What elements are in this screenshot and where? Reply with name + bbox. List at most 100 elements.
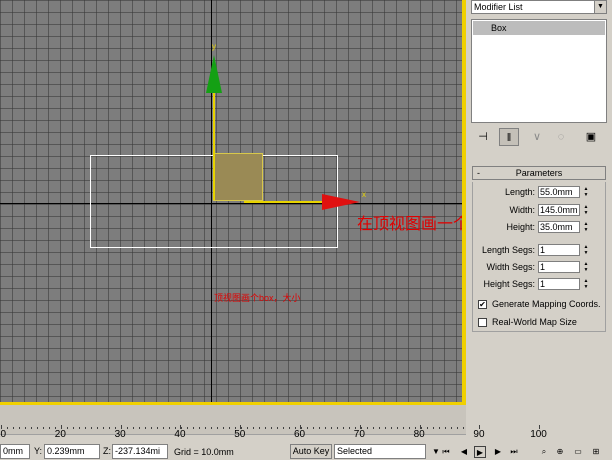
track-bar[interactable]: 10 20 30 40 50 60 70 80 90 100 — [0, 405, 547, 440]
gizmo-x-arrow-icon[interactable] — [322, 194, 360, 210]
timeline-minor-tick — [355, 427, 356, 429]
spinner-icon[interactable]: ▲ ▼ — [582, 204, 590, 216]
width-segs-input[interactable]: 1 — [538, 261, 580, 273]
timeline-minor-tick — [151, 427, 152, 429]
go-to-start-icon[interactable]: ⏮ — [440, 446, 452, 458]
previous-frame-icon[interactable]: ◀ — [458, 446, 470, 458]
param-width: Width: 145.0mm ▲ ▼ — [472, 204, 606, 217]
timeline-minor-tick — [121, 427, 122, 429]
z-coordinate-field[interactable]: -237.134mi — [112, 444, 168, 459]
gizmo-x-axis[interactable] — [244, 201, 324, 203]
parameters-rollout-header[interactable]: - Parameters — [472, 166, 606, 180]
timeline-minor-tick — [379, 427, 380, 429]
width-input[interactable]: 145.0mm — [538, 204, 580, 216]
timeline-minor-tick — [187, 427, 188, 429]
spinner-icon[interactable]: ▲ ▼ — [582, 278, 590, 290]
top-viewport[interactable]: y x 在顶视图画一个box 顶视图画个box，大小 — [0, 0, 462, 404]
go-to-end-icon[interactable]: ⏭ — [508, 446, 520, 458]
height-input[interactable]: 35.0mm — [538, 221, 580, 233]
timeline-minor-tick — [439, 427, 440, 429]
make-unique-icon[interactable]: ∨ — [527, 128, 547, 146]
timeline-minor-tick — [163, 427, 164, 429]
show-end-result-icon[interactable]: ‖ — [499, 128, 519, 146]
timeline-minor-tick — [193, 427, 194, 429]
timeline-tick-label: 40 — [174, 429, 186, 440]
zoom-icon[interactable]: ⌕ — [538, 446, 550, 458]
timeline-minor-tick — [25, 427, 26, 429]
timeline-minor-tick — [37, 427, 38, 429]
gizmo-y-label: y — [212, 42, 216, 51]
timeline-minor-tick — [397, 427, 398, 429]
pin-stack-icon[interactable]: ⊣ — [473, 128, 493, 146]
timeline-minor-tick — [211, 427, 212, 429]
timeline-minor-tick — [253, 427, 254, 429]
modifier-list-dropdown[interactable]: Modifier List ▼ — [471, 0, 607, 14]
x-coordinate-field[interactable]: 0mm — [0, 444, 30, 459]
selection-set-dropdown[interactable]: Selected — [334, 444, 426, 459]
checkbox-label: Real-World Map Size — [492, 317, 577, 327]
param-height: Height: 35.0mm ▲ ▼ — [472, 221, 606, 234]
timeline-minor-tick — [1, 427, 2, 429]
zoom-all-icon[interactable]: ⊕ — [554, 446, 566, 458]
timeline-minor-tick — [145, 427, 146, 429]
param-width-segs: Width Segs: 1 ▲ ▼ — [472, 261, 606, 274]
rollout-title: Parameters — [515, 168, 563, 178]
checkbox-label: Generate Mapping Coords. — [492, 299, 601, 309]
stack-item-box[interactable]: Box — [473, 21, 605, 35]
timeline-minor-tick — [19, 427, 20, 429]
length-input[interactable]: 55.0mm — [538, 186, 580, 198]
timeline-minor-tick — [361, 427, 362, 429]
timeline-minor-tick — [325, 427, 326, 429]
gizmo-y-arrow-icon[interactable] — [206, 55, 222, 93]
timeline-minor-tick — [295, 427, 296, 429]
timeline-minor-tick — [139, 427, 140, 429]
spinner-icon[interactable]: ▲ ▼ — [582, 186, 590, 198]
param-label: Length Segs: — [481, 245, 535, 255]
length-segs-input[interactable]: 1 — [538, 244, 580, 256]
param-label: Width Segs: — [486, 262, 535, 272]
chevron-down-icon[interactable]: ▼ — [594, 1, 606, 13]
timeline-minor-tick — [247, 427, 248, 429]
checkmark-icon[interactable]: ✔ — [478, 300, 487, 310]
timeline-minor-tick — [31, 427, 32, 429]
timeline-minor-tick — [109, 427, 110, 429]
height-segs-input[interactable]: 1 — [538, 278, 580, 290]
spinner-icon[interactable]: ▲ ▼ — [582, 221, 590, 233]
timeline-minor-tick — [79, 427, 80, 429]
param-label: Height Segs: — [483, 279, 535, 289]
generate-mapping-checkbox[interactable]: ✔ Generate Mapping Coords. — [478, 299, 601, 311]
auto-key-button[interactable]: Auto Key — [290, 444, 332, 459]
timeline-minor-tick — [259, 427, 260, 429]
remove-modifier-icon[interactable]: ◌ — [551, 128, 571, 146]
annotation-small: 顶视图画个box，大小 — [214, 293, 301, 303]
timeline-minor-tick — [409, 427, 410, 429]
timeline-minor-tick — [445, 427, 446, 429]
timeline-minor-tick — [343, 427, 344, 429]
timeline-minor-tick — [13, 427, 14, 429]
y-coordinate-field[interactable]: 0.239mm — [44, 444, 100, 459]
timeline-minor-tick — [373, 427, 374, 429]
timeline-minor-tick — [331, 427, 332, 429]
selection-set-value: Selected — [337, 446, 373, 456]
timeline-minor-tick — [391, 427, 392, 429]
timeline-minor-tick — [229, 427, 230, 429]
timeline-minor-tick — [97, 427, 98, 429]
play-icon[interactable]: ▶ — [474, 446, 486, 458]
checkbox-empty-icon[interactable] — [478, 318, 487, 328]
modifier-stack[interactable]: Box — [471, 19, 607, 123]
timeline-minor-tick — [157, 427, 158, 429]
param-height-segs: Height Segs: 1 ▲ ▼ — [472, 278, 606, 291]
timeline-minor-tick — [217, 427, 218, 429]
modifier-list-label: Modifier List — [474, 2, 523, 12]
spinner-icon[interactable]: ▲ ▼ — [582, 244, 590, 256]
maximize-viewport-icon[interactable]: ⊞ — [590, 446, 602, 458]
timeline-minor-tick — [7, 427, 8, 429]
real-world-map-checkbox[interactable]: Real-World Map Size — [478, 317, 577, 329]
gizmo-plane-handle[interactable] — [213, 153, 263, 201]
timeline-minor-tick — [181, 427, 182, 429]
configure-modifier-sets-icon[interactable]: ▣ — [581, 128, 601, 146]
spinner-icon[interactable]: ▲ ▼ — [582, 261, 590, 273]
next-frame-icon[interactable]: ▶ — [492, 446, 504, 458]
timeline-minor-tick — [385, 427, 386, 429]
zoom-extents-icon[interactable]: ▭ — [572, 446, 584, 458]
